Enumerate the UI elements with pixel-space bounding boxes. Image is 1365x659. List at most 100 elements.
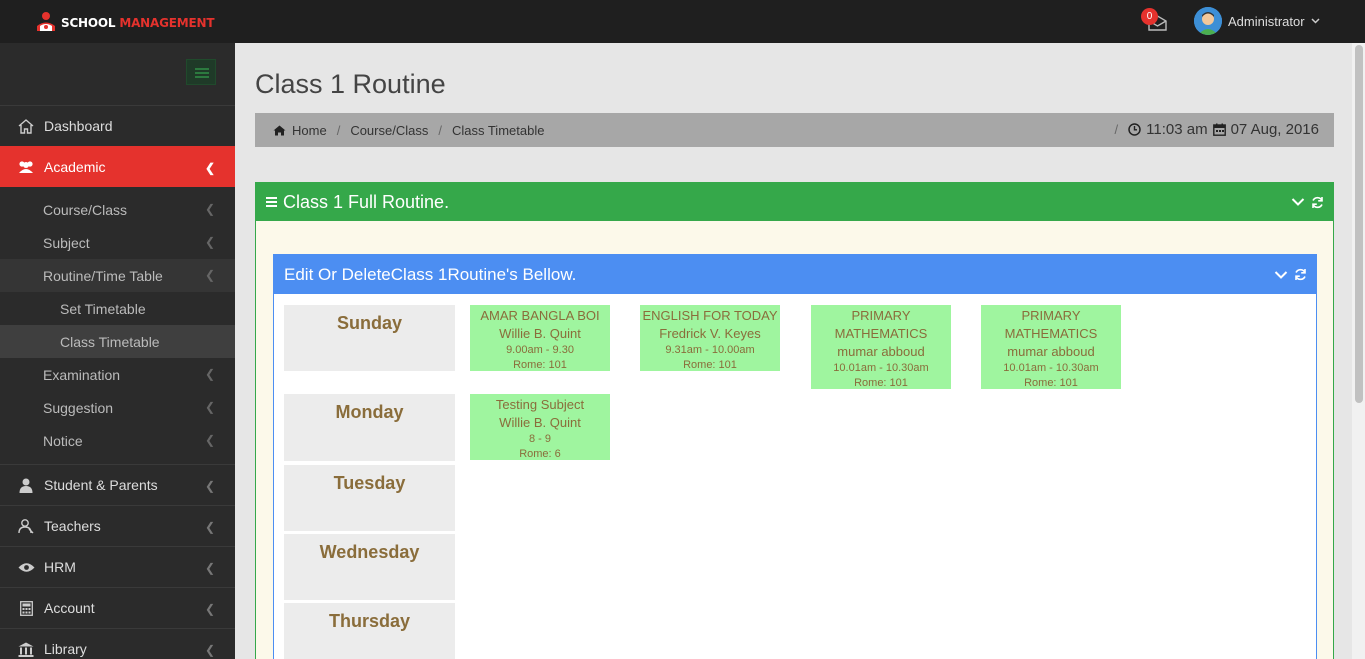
routine-slot[interactable]: PRIMARY MATHEMATICS mumar abboud 10.01am… bbox=[981, 305, 1121, 389]
sidebar-item-label: Student & Parents bbox=[44, 477, 158, 493]
bank-icon bbox=[17, 641, 35, 657]
slot-time: 9.31am - 10.00am bbox=[665, 344, 755, 356]
brand-logo-link[interactable]: SCHOOL MANAGEMENT bbox=[34, 11, 215, 35]
routine-slot[interactable]: ENGLISH FOR TODAY Fredrick V. Keyes 9.31… bbox=[640, 305, 780, 371]
sidebar-subitem-examination[interactable]: Examination ❮ bbox=[0, 358, 235, 391]
chevron-left-icon: ❮ bbox=[204, 520, 215, 534]
brand-name: SCHOOL MANAGEMENT bbox=[61, 16, 215, 30]
sidebar-subitem-label: Subject bbox=[43, 234, 90, 251]
day-label-monday: Monday bbox=[284, 394, 455, 461]
edit-routine-panel-title: Edit Or DeleteClass 1Routine's Bellow. bbox=[284, 264, 577, 284]
slot-teacher: Fredrick V. Keyes bbox=[659, 326, 761, 341]
breadcrumb: Home / Course/Class / Class Timetable / … bbox=[255, 113, 1334, 147]
slot-time: 9.00am - 9.30 bbox=[506, 344, 574, 356]
sidebar-item-student-parents[interactable]: Student & Parents ❮ bbox=[0, 464, 235, 505]
collapse-chevron-icon[interactable] bbox=[1274, 270, 1288, 280]
user-icon bbox=[17, 477, 35, 493]
slot-room: Rome: 101 bbox=[1024, 377, 1078, 389]
notification-button[interactable]: 0 bbox=[1139, 8, 1169, 34]
breadcrumb-separator: / bbox=[1114, 122, 1119, 137]
sidebar-subitem-notice[interactable]: Notice ❮ bbox=[0, 424, 235, 457]
chevron-left-icon: ❮ bbox=[204, 267, 215, 282]
slot-subject: PRIMARY MATHEMATICS bbox=[1004, 308, 1098, 341]
top-navbar: SCHOOL MANAGEMENT 0 Administrator bbox=[0, 0, 1365, 43]
slot-time: 8 - 9 bbox=[528, 433, 551, 445]
home-icon bbox=[17, 118, 35, 134]
calendar-icon bbox=[1212, 123, 1226, 136]
day-label-tuesday: Tuesday bbox=[284, 465, 455, 531]
sidebar-subitem-label: Routine/Time Table bbox=[43, 267, 163, 284]
sidebar-menu: Dashboard Academic ❮ Course/Class ❮ Subj… bbox=[0, 105, 235, 659]
sidebar-subitem-label: Examination bbox=[43, 366, 121, 383]
full-routine-panel-header: Class 1 Full Routine. bbox=[256, 183, 1333, 221]
scrollbar-thumb[interactable] bbox=[1355, 45, 1363, 403]
slot-teacher: mumar abboud bbox=[837, 344, 925, 359]
routine-slot[interactable]: PRIMARY MATHEMATICS mumar abboud 10.01am… bbox=[811, 305, 951, 389]
home-icon bbox=[273, 125, 286, 136]
slot-subject: PRIMARY MATHEMATICS bbox=[834, 308, 928, 341]
calculator-icon bbox=[17, 600, 35, 616]
sidebar-item-dashboard[interactable]: Dashboard bbox=[0, 105, 235, 146]
page-scrollbar[interactable] bbox=[1352, 43, 1365, 659]
slot-room: Rome: 101 bbox=[683, 359, 737, 371]
day-label-sunday: Sunday bbox=[284, 305, 455, 371]
sidebar-subitem-label: Course/Class bbox=[43, 201, 128, 218]
breadcrumb-separator: / bbox=[438, 123, 442, 138]
sidebar-item-label: Account bbox=[44, 600, 95, 616]
day-label-wednesday: Wednesday bbox=[284, 534, 455, 600]
chevron-left-icon: ❮ bbox=[204, 602, 215, 616]
sidebar-subitem-label: Notice bbox=[43, 432, 83, 449]
routine-slot[interactable]: AMAR BANGLA BOI Willie B. Quint 9.00am -… bbox=[470, 305, 610, 371]
slot-subject: Testing Subject bbox=[495, 397, 585, 412]
sidebar-subitem-class-timetable[interactable]: Class Timetable bbox=[0, 325, 235, 358]
slot-time: 10.01am - 10.30am bbox=[833, 362, 929, 374]
clock-icon bbox=[1128, 123, 1141, 136]
breadcrumb-course-class-link[interactable]: Course/Class bbox=[350, 123, 428, 138]
slot-teacher: mumar abboud bbox=[1007, 344, 1095, 359]
full-routine-panel-title: Class 1 Full Routine. bbox=[283, 191, 450, 212]
chevron-left-icon: ❮ bbox=[204, 561, 215, 575]
chevron-left-icon: ❮ bbox=[204, 399, 215, 414]
slot-room: Rome: 6 bbox=[519, 448, 561, 460]
main-content: Class 1 Routine Home / Course/Class / Cl… bbox=[235, 43, 1352, 659]
edit-routine-panel: Edit Or DeleteClass 1Routine's Bellow. S… bbox=[273, 254, 1317, 659]
users-icon bbox=[17, 159, 35, 175]
school-logo-icon bbox=[37, 12, 55, 31]
current-date: 07 Aug, 2016 bbox=[1230, 121, 1319, 138]
chevron-left-icon: ❮ bbox=[204, 643, 215, 657]
chevron-left-icon: ❮ bbox=[204, 366, 215, 381]
page-title: Class 1 Routine bbox=[255, 69, 446, 99]
refresh-icon[interactable] bbox=[1294, 268, 1307, 281]
sidebar-subitem-subject[interactable]: Subject ❮ bbox=[0, 226, 235, 259]
slot-teacher: Willie B. Quint bbox=[499, 326, 581, 341]
chevron-left-icon: ❮ bbox=[204, 161, 215, 175]
sidebar-subitem-routine[interactable]: Routine/Time Table ❮ bbox=[0, 259, 235, 292]
sidebar-item-account[interactable]: Account ❮ bbox=[0, 587, 235, 628]
teacher-icon bbox=[17, 518, 35, 534]
slot-teacher: Willie B. Quint bbox=[499, 415, 581, 430]
sidebar-item-library[interactable]: Library ❮ bbox=[0, 628, 235, 659]
sidebar-subitem-set-timetable[interactable]: Set Timetable bbox=[0, 292, 235, 325]
breadcrumb-separator: / bbox=[336, 123, 341, 138]
full-routine-panel: Class 1 Full Routine. Edit Or DeleteClas… bbox=[255, 182, 1334, 659]
sidebar-subitem-course-class[interactable]: Course/Class ❮ bbox=[0, 193, 235, 226]
refresh-icon[interactable] bbox=[1311, 196, 1324, 209]
avatar bbox=[1194, 7, 1222, 35]
sidebar-item-label: Library bbox=[44, 641, 87, 657]
collapse-chevron-icon[interactable] bbox=[1291, 197, 1305, 207]
routine-slot[interactable]: Testing Subject Willie B. Quint 8 - 9 Ro… bbox=[470, 394, 610, 460]
chevron-left-icon: ❮ bbox=[204, 201, 215, 216]
sidebar: Dashboard Academic ❮ Course/Class ❮ Subj… bbox=[0, 43, 235, 659]
eye-icon bbox=[17, 559, 35, 575]
user-name: Administrator bbox=[1228, 13, 1305, 29]
sidebar-item-label: Teachers bbox=[44, 518, 101, 534]
sidebar-subitem-suggestion[interactable]: Suggestion ❮ bbox=[0, 391, 235, 424]
sidebar-item-teachers[interactable]: Teachers ❮ bbox=[0, 505, 235, 546]
sidebar-toggle-button[interactable] bbox=[186, 59, 216, 85]
current-time: 11:03 am bbox=[1146, 121, 1208, 138]
sidebar-subitem-label: Suggestion bbox=[43, 399, 114, 416]
breadcrumb-home-link[interactable]: Home bbox=[292, 123, 327, 138]
user-menu[interactable]: Administrator bbox=[1194, 7, 1320, 35]
sidebar-item-hrm[interactable]: HRM ❮ bbox=[0, 546, 235, 587]
sidebar-item-academic[interactable]: Academic ❮ bbox=[0, 146, 235, 187]
